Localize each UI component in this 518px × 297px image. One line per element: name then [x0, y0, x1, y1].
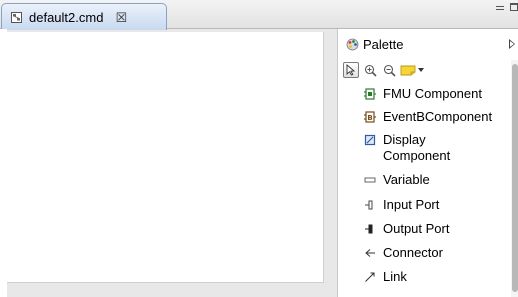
palette-items: FMU Component B EventBComponent Display … — [338, 86, 513, 291]
canvas-margin — [0, 29, 7, 297]
palette-item-input-port[interactable]: Input Port — [338, 197, 513, 221]
zoom-in-tool[interactable] — [362, 62, 378, 78]
palette-item-label: EventBComponent — [383, 109, 493, 124]
note-tool-dropdown-icon[interactable] — [418, 68, 424, 72]
zoom-out-tool[interactable] — [381, 62, 397, 78]
palette-item-label: Output Port — [383, 221, 450, 236]
palette-scrollbar[interactable] — [511, 60, 518, 297]
palette-item-label: Input Port — [383, 197, 440, 212]
zoom-in-icon — [364, 64, 377, 77]
palette-icon — [346, 38, 359, 50]
tab-title: default2.cmd — [29, 9, 104, 25]
editor-window: default2.cmd ☒ Palette FMU Component B E… — [0, 0, 518, 297]
pointer-icon — [346, 64, 356, 76]
note-icon — [400, 65, 416, 76]
palette-title: Palette — [363, 36, 404, 52]
diagram-file-icon — [11, 11, 22, 23]
diagram-canvas[interactable] — [7, 32, 324, 283]
palette-toolbar — [343, 60, 424, 80]
select-tool[interactable] — [343, 62, 359, 78]
editor-tab-bar: default2.cmd ☒ — [0, 0, 518, 30]
close-icon[interactable]: ☒ — [115, 11, 127, 24]
link-icon — [365, 272, 375, 282]
output-port-icon — [365, 224, 373, 234]
palette-item-fmu-component[interactable]: FMU Component — [338, 86, 513, 109]
fmu-component-icon — [364, 88, 376, 100]
connector-icon — [365, 249, 375, 257]
palette-scroll-thumb[interactable] — [512, 64, 518, 292]
palette-item-label: Link — [383, 269, 407, 284]
palette-panel: Palette FMU Component B EventBComponent … — [337, 29, 518, 297]
palette-header: Palette — [338, 29, 518, 59]
palette-item-label: FMU Component — [383, 86, 482, 101]
palette-item-output-port[interactable]: Output Port — [338, 221, 513, 245]
zoom-out-icon — [383, 64, 396, 77]
maximize-icon[interactable] — [510, 3, 518, 11]
palette-item-label: Display Component — [383, 132, 451, 163]
palette-item-display-component[interactable]: Display Component — [338, 132, 513, 172]
input-port-icon — [365, 200, 373, 210]
variable-icon — [364, 177, 376, 183]
palette-item-label: Connector — [383, 245, 443, 260]
palette-item-connector[interactable]: Connector — [338, 245, 513, 269]
display-component-icon — [364, 134, 376, 146]
minimize-icon[interactable] — [496, 6, 504, 10]
palette-item-variable[interactable]: Variable — [338, 172, 513, 197]
tab-default2-cmd[interactable]: default2.cmd ☒ — [1, 3, 167, 30]
window-controls — [496, 3, 518, 11]
palette-item-eventb-component[interactable]: B EventBComponent — [338, 109, 513, 132]
note-tool[interactable] — [400, 62, 416, 78]
eventb-component-icon: B — [364, 111, 376, 123]
palette-item-label: Variable — [383, 172, 430, 187]
svg-text:B: B — [367, 114, 372, 122]
collapse-palette-icon[interactable] — [509, 39, 515, 49]
palette-item-link[interactable]: Link — [338, 269, 513, 291]
